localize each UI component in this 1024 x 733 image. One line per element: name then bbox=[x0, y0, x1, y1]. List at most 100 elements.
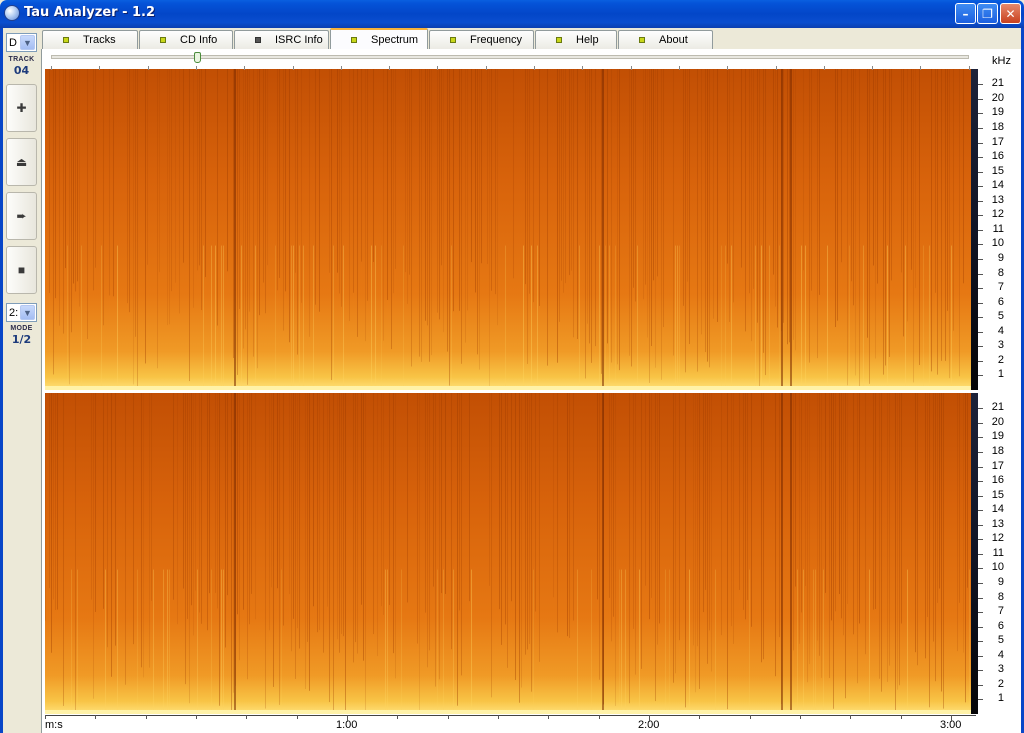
spectral-highlight bbox=[749, 569, 750, 714]
chevron-down-icon[interactable]: ▼ bbox=[20, 305, 35, 320]
frequency-label: 6 bbox=[997, 620, 1004, 632]
mode-select-value: 2: bbox=[9, 307, 19, 319]
tab-cd-info[interactable]: CD Info bbox=[139, 30, 233, 49]
spectral-streak bbox=[875, 393, 876, 609]
spectral-streak bbox=[249, 393, 250, 625]
spectral-streak bbox=[589, 69, 590, 344]
spectral-streak bbox=[337, 69, 338, 273]
app-icon bbox=[4, 5, 20, 21]
spectral-streak bbox=[125, 393, 126, 685]
spectral-streak bbox=[45, 393, 46, 621]
tab-about[interactable]: About bbox=[618, 30, 713, 49]
spectral-streak bbox=[573, 69, 574, 338]
slider-tick bbox=[727, 66, 729, 70]
spectral-streak bbox=[393, 393, 394, 654]
spectral-highlight bbox=[849, 245, 850, 390]
spectral-streak bbox=[847, 69, 848, 386]
spectral-streak bbox=[535, 393, 536, 612]
spectral-streak bbox=[111, 393, 112, 677]
spectral-streak bbox=[87, 69, 88, 340]
spectral-streak bbox=[881, 393, 882, 692]
spectral-streak bbox=[595, 69, 596, 347]
spectral-streak bbox=[71, 69, 72, 333]
tab-frequency[interactable]: Frequency bbox=[429, 30, 534, 49]
spectral-streak bbox=[243, 393, 244, 610]
spectral-streak bbox=[191, 393, 192, 606]
spectral-streak bbox=[821, 393, 822, 678]
spectrogram-image-2 bbox=[45, 393, 971, 714]
slider-tick bbox=[51, 66, 52, 70]
spectral-streak bbox=[875, 69, 876, 359]
eject-button[interactable]: ⏏ bbox=[6, 138, 37, 186]
tab-help[interactable]: Help bbox=[535, 30, 617, 49]
spectral-highlight bbox=[81, 245, 82, 390]
drive-select[interactable]: D ▼ bbox=[6, 33, 37, 52]
spectral-streak bbox=[353, 69, 354, 293]
spectral-streak bbox=[255, 393, 256, 620]
spectral-streak bbox=[783, 69, 784, 323]
spectral-streak bbox=[467, 69, 468, 311]
spectral-streak bbox=[187, 393, 188, 619]
spectral-streak bbox=[741, 69, 742, 268]
frequency-tick bbox=[978, 685, 983, 686]
spectral-streak bbox=[107, 393, 108, 648]
spectral-streak bbox=[247, 69, 248, 385]
spectral-streak bbox=[885, 69, 886, 366]
stop-button[interactable]: ■ bbox=[6, 246, 37, 294]
spectral-streak bbox=[775, 69, 776, 307]
spectral-streak bbox=[95, 393, 96, 612]
spectral-streak bbox=[647, 69, 648, 338]
spectral-streak bbox=[571, 69, 572, 271]
tab-spectrum[interactable]: Spectrum bbox=[330, 28, 428, 50]
spectral-streak bbox=[93, 393, 94, 699]
spectral-highlight bbox=[531, 245, 532, 390]
spectral-streak bbox=[469, 393, 470, 602]
position-slider-thumb[interactable] bbox=[194, 52, 201, 63]
frequency-label: 16 bbox=[991, 474, 1004, 486]
spectral-streak bbox=[655, 69, 656, 368]
spectral-highlight bbox=[887, 245, 888, 390]
tab-tracks[interactable]: Tracks bbox=[42, 30, 138, 49]
spectral-highlight bbox=[969, 569, 970, 714]
spectral-streak bbox=[879, 393, 880, 679]
spectral-streak bbox=[685, 69, 686, 373]
spectral-highlight bbox=[675, 245, 676, 390]
minimize-button[interactable]: – bbox=[955, 3, 976, 24]
spectral-streak bbox=[331, 69, 332, 381]
spectral-streak bbox=[887, 393, 888, 682]
spectral-streak bbox=[193, 69, 194, 308]
spectral-streak bbox=[793, 69, 794, 340]
time-tick bbox=[196, 715, 197, 719]
close-button[interactable]: ✕ bbox=[1000, 3, 1021, 24]
status-led-icon bbox=[160, 37, 166, 43]
spectral-streak bbox=[63, 393, 64, 706]
spectral-streak bbox=[859, 69, 860, 388]
add-button[interactable]: ✚ bbox=[6, 84, 37, 132]
frequency-label: 4 bbox=[997, 649, 1004, 661]
spectral-streak bbox=[963, 393, 964, 653]
spectral-streak bbox=[317, 393, 318, 633]
tab-isrc-info[interactable]: ISRC Info bbox=[234, 30, 329, 49]
spectral-streak bbox=[743, 393, 744, 610]
maximize-button[interactable]: ❐ bbox=[977, 3, 998, 24]
tab-label: Spectrum bbox=[371, 34, 419, 46]
spectral-streak bbox=[217, 69, 218, 326]
spectral-streak bbox=[695, 393, 696, 693]
spectral-streak bbox=[789, 69, 790, 343]
spectral-streak bbox=[333, 393, 334, 712]
slider-tick bbox=[244, 66, 246, 70]
spectral-streak bbox=[373, 69, 374, 262]
time-tick bbox=[951, 715, 952, 722]
spectral-streak bbox=[263, 69, 264, 283]
play-button[interactable]: ➨ bbox=[6, 192, 37, 240]
spectral-streak bbox=[237, 69, 238, 375]
spectral-streak bbox=[115, 393, 116, 646]
position-slider[interactable] bbox=[51, 55, 969, 59]
chevron-down-icon[interactable]: ▼ bbox=[20, 35, 35, 50]
mode-select[interactable]: 2: ▼ bbox=[6, 303, 37, 322]
spectral-highlight bbox=[923, 245, 924, 390]
frequency-tick bbox=[978, 554, 983, 555]
spectral-streak bbox=[707, 69, 708, 362]
time-tick bbox=[448, 715, 449, 719]
spectral-streak bbox=[277, 393, 278, 589]
